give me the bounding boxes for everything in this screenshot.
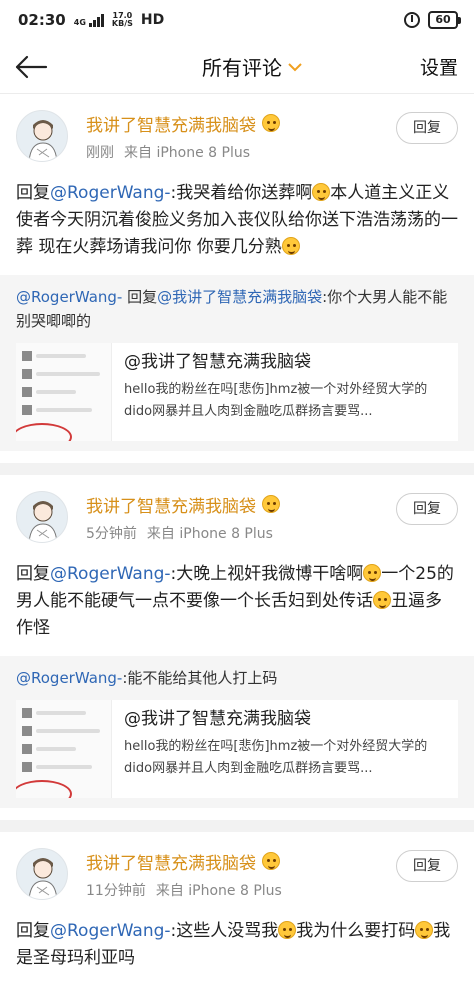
divider	[0, 820, 474, 832]
alarm-icon	[404, 12, 420, 28]
network-type: 4G	[73, 17, 86, 27]
username[interactable]: 我讲了智慧充满我脑袋	[86, 849, 256, 874]
comment-item: 我讲了智慧充满我脑袋 刚刚 来自 iPhone 8 Plus 回复 回复@Rog…	[0, 94, 474, 463]
settings-button[interactable]: 设置	[420, 53, 458, 80]
comment-text: 回复@RogerWang-:这些人没骂我 我为什么要打码 我是圣母玛利亚吗	[16, 921, 451, 968]
emoji-icon	[262, 852, 280, 870]
comment-source: 来自 iPhone 8 Plus	[146, 525, 273, 542]
emoji-icon	[262, 495, 280, 513]
network-speed: 17.0 KB/S	[111, 11, 133, 28]
comment-source: 来自 iPhone 8 Plus	[155, 882, 282, 899]
signal-icon: 4G	[73, 13, 104, 27]
hd-indicator: HD	[140, 12, 165, 28]
comments-page: 02:30 4G 17.0 KB/S HD 60 所有评论 设置 我讲了智慧充满…	[0, 0, 474, 1000]
card-title: @我讲了智慧充满我脑袋	[124, 709, 311, 729]
comment-text: 回复@RogerWang-:大晚上视奸我微博干啥啊 一个25的男人能不能硬气一点不…	[16, 564, 454, 638]
comment-item: 我讲了智慧充满我脑袋 11分钟前 来自 iPhone 8 Plus 回复 回复@…	[0, 832, 474, 984]
comment-time: 11分钟前	[86, 882, 146, 899]
reply-button[interactable]: 回复	[396, 112, 458, 144]
comment-item: 我讲了智慧充满我脑袋 5分钟前 来自 iPhone 8 Plus 回复 回复@R…	[0, 475, 474, 820]
comment-filter-dropdown[interactable]: 所有评论	[202, 52, 302, 81]
mention-link[interactable]: @我讲了智慧充满我脑袋	[157, 288, 322, 306]
divider	[0, 463, 474, 475]
doubt-emoji-icon	[278, 921, 297, 939]
back-arrow-icon[interactable]	[14, 47, 54, 87]
chevron-down-icon	[288, 60, 302, 76]
card-title: @我讲了智慧充满我脑袋	[124, 352, 311, 372]
doubt-emoji-icon	[281, 237, 300, 255]
reply-button[interactable]: 回复	[396, 493, 458, 525]
post-thumbnail	[16, 343, 112, 441]
doubt-emoji-icon	[363, 564, 382, 582]
comment-source: 来自 iPhone 8 Plus	[124, 144, 251, 161]
comment-text: 回复@RogerWang-:我哭着给你送葬啊 本人道主义正义使者今天阴沉着俊脸义务…	[16, 183, 458, 257]
mention-link[interactable]: @RogerWang-	[16, 288, 122, 306]
card-text: hello我的粉丝在吗[悲伤]hmz被一个对外经贸大学的dido网暴并且人肉到金…	[124, 739, 428, 776]
card-text: hello我的粉丝在吗[悲伤]hmz被一个对外经贸大学的dido网暴并且人肉到金…	[124, 382, 428, 419]
avatar[interactable]	[16, 491, 68, 543]
battery-icon: 60	[428, 11, 461, 29]
mention-link[interactable]: @RogerWang-	[50, 564, 171, 584]
username[interactable]: 我讲了智慧充满我脑袋	[86, 492, 256, 517]
comment-time: 刚刚	[86, 144, 114, 161]
mention-link[interactable]: @RogerWang-	[16, 669, 122, 687]
quoted-reply[interactable]: @RogerWang- 回复@我讲了智慧充满我脑袋:你个大男人能不能别哭唧唧的 …	[0, 275, 474, 451]
avatar[interactable]	[16, 110, 68, 162]
mention-link[interactable]: @RogerWang-	[50, 921, 171, 941]
reply-button[interactable]: 回复	[396, 850, 458, 882]
original-post-card[interactable]: @我讲了智慧充满我脑袋 hello我的粉丝在吗[悲伤]hmz被一个对外经贸大学的…	[16, 343, 458, 441]
username[interactable]: 我讲了智慧充满我脑袋	[86, 111, 256, 136]
post-thumbnail	[16, 700, 112, 798]
status-time: 02:30	[18, 11, 66, 29]
avatar[interactable]	[16, 848, 68, 900]
emoji-icon	[262, 114, 280, 132]
nav-bar: 所有评论 设置	[0, 40, 474, 94]
quoted-reply[interactable]: @RogerWang-:能不能给其他人打上码 @我讲了智慧充满我脑袋 hello…	[0, 656, 474, 808]
mention-link[interactable]: @RogerWang-	[50, 183, 171, 203]
original-post-card[interactable]: @我讲了智慧充满我脑袋 hello我的粉丝在吗[悲伤]hmz被一个对外经贸大学的…	[16, 700, 458, 798]
doubt-emoji-icon	[373, 591, 391, 609]
page-title: 所有评论	[201, 56, 282, 80]
doubt-emoji-icon	[415, 921, 434, 939]
grin-emoji-icon	[312, 183, 331, 201]
status-bar: 02:30 4G 17.0 KB/S HD 60	[0, 0, 474, 40]
comment-time: 5分钟前	[86, 525, 137, 542]
